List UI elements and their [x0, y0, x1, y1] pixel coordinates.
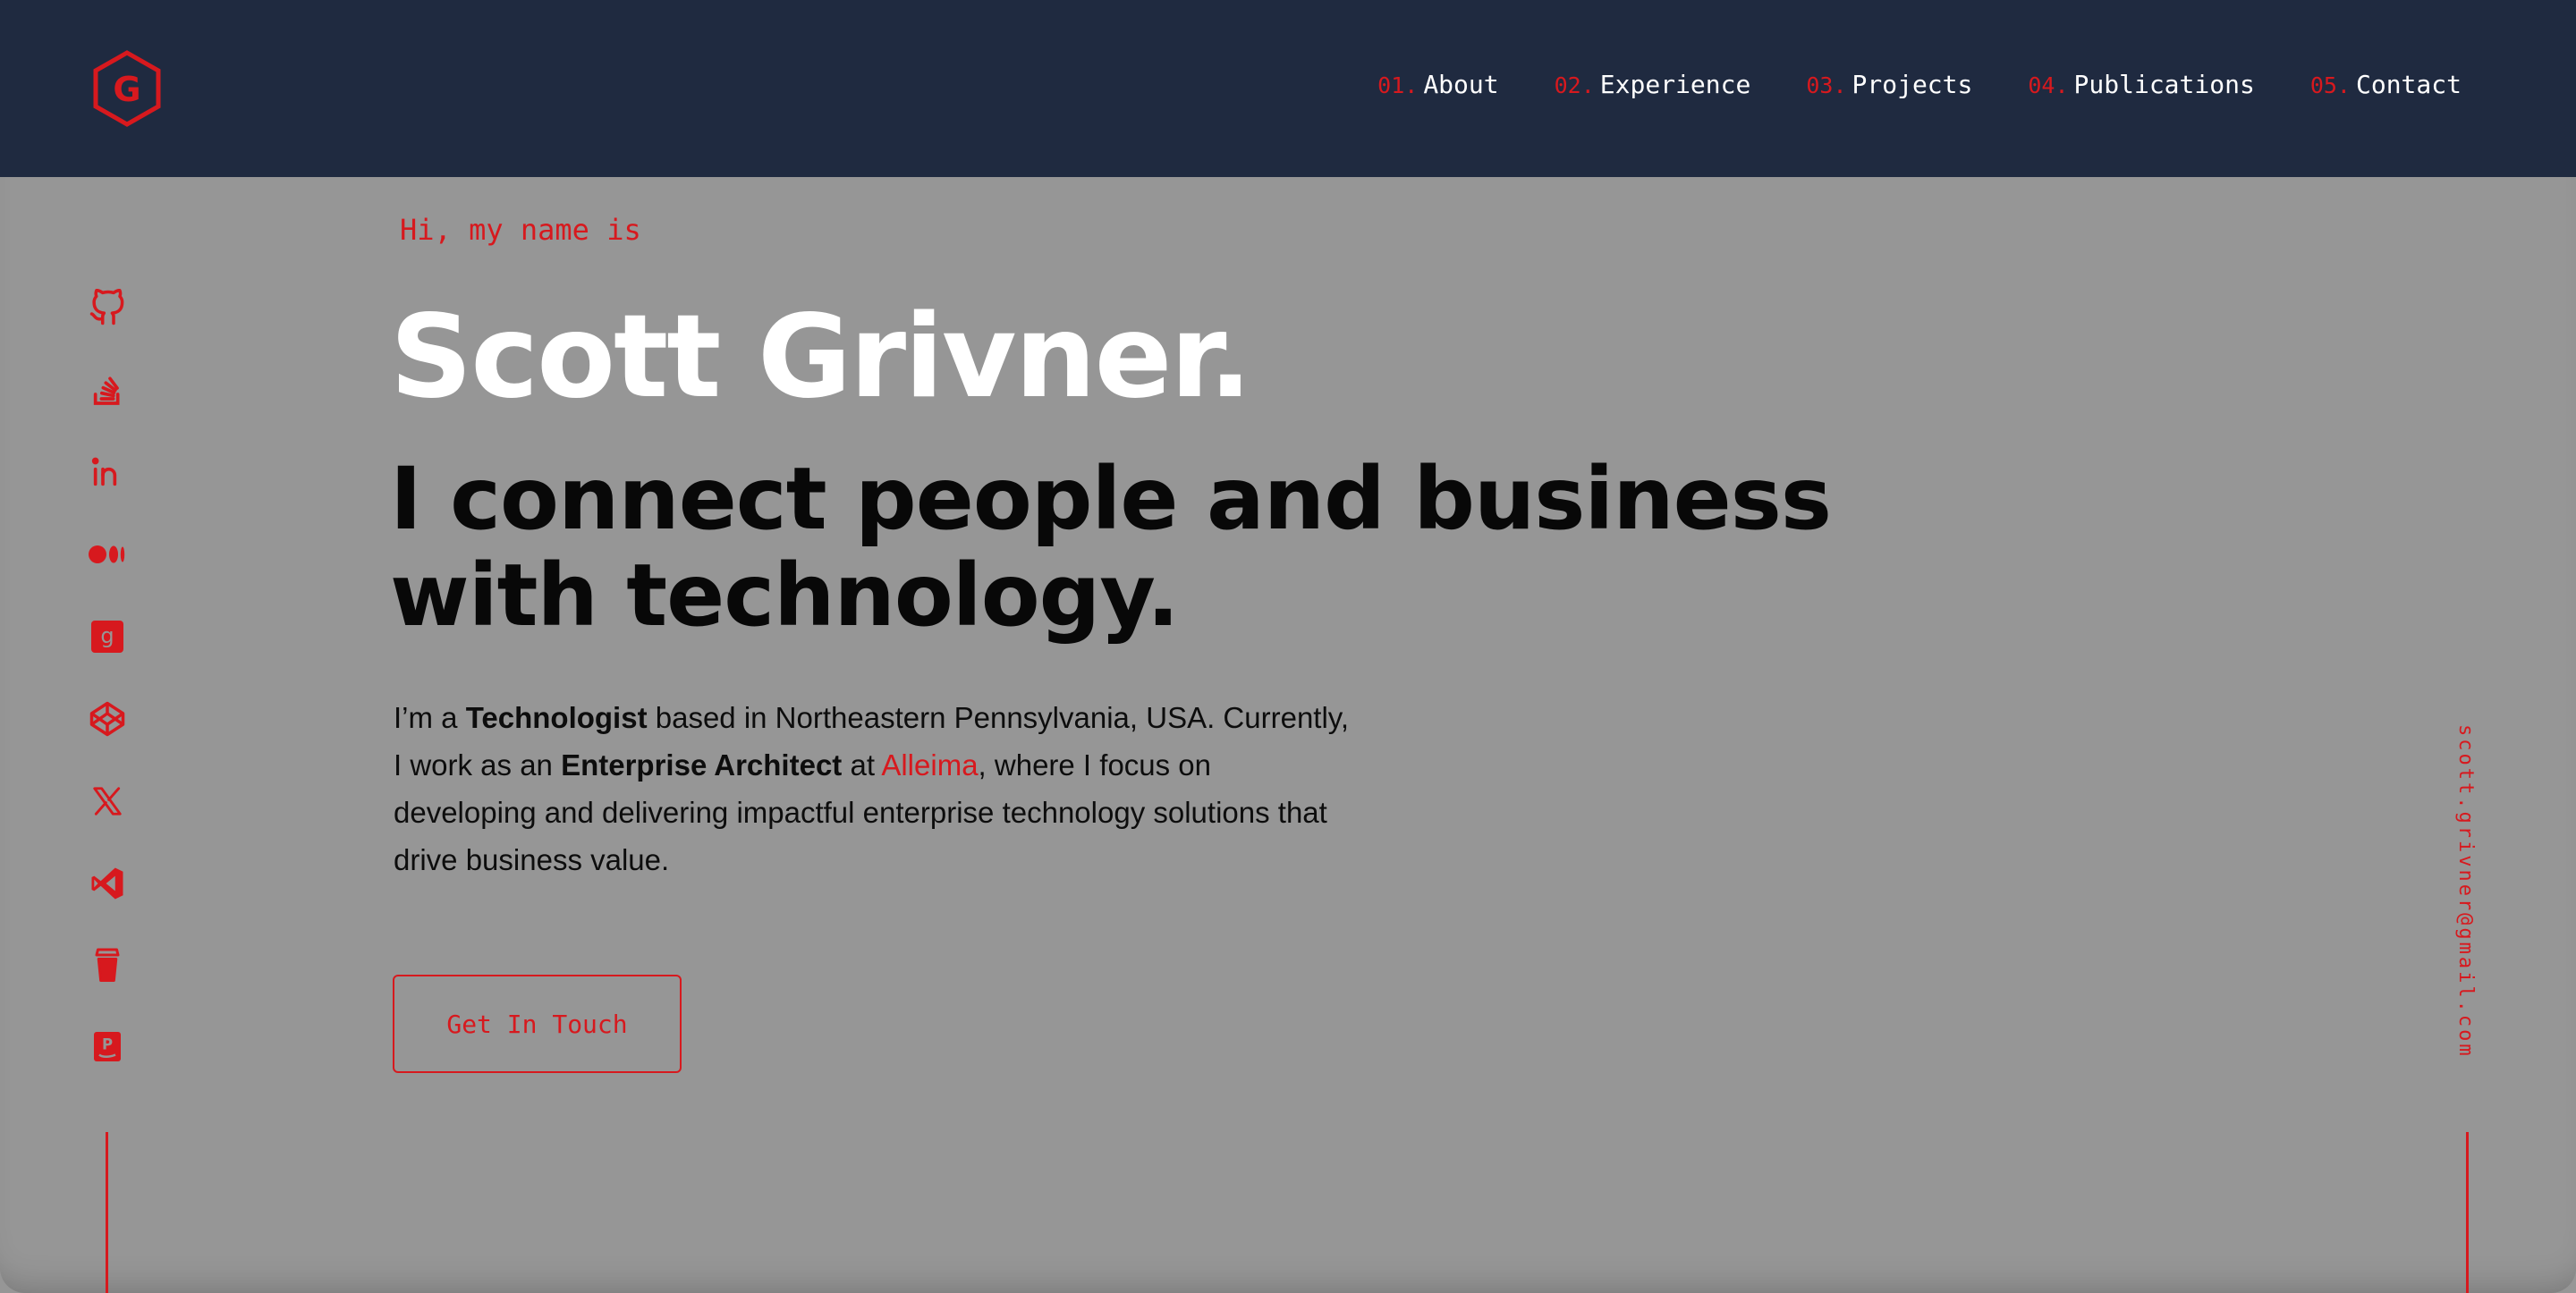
buymeacoffee-icon[interactable]: [86, 944, 129, 987]
bio-text: at: [842, 748, 882, 782]
nav-label: About: [1423, 70, 1499, 99]
page: G 01. About 02. Experience 03. Projects …: [0, 0, 2576, 1293]
employer-link[interactable]: Alleima: [881, 748, 978, 782]
nav-publications[interactable]: 04. Publications: [2028, 70, 2254, 99]
svg-text:g: g: [100, 623, 114, 648]
hero-name: Scott Grivner.: [390, 291, 1252, 424]
main-nav: 01. About 02. Experience 03. Projects 04…: [1377, 70, 2462, 99]
nav-number: 05.: [2309, 72, 2351, 98]
nav-contact[interactable]: 05. Contact: [2310, 70, 2462, 99]
bio-role-enterprise-architect: Enterprise Architect: [561, 748, 843, 782]
hero-tagline: I connect people and business with techn…: [390, 449, 1832, 646]
bio-text: I’m a: [394, 701, 466, 734]
medium-icon[interactable]: [86, 533, 129, 576]
vscode-icon[interactable]: [86, 862, 129, 905]
github-icon[interactable]: [86, 286, 129, 329]
email-link[interactable]: scott.grivner@gmail.com: [2454, 724, 2477, 1059]
nav-label: Publications: [2073, 70, 2255, 99]
linkedin-icon[interactable]: [86, 451, 129, 494]
codepen-icon[interactable]: [86, 697, 129, 740]
nav-label: Experience: [1599, 70, 1751, 99]
right-rail-line: [2466, 1132, 2469, 1293]
nav-number: 04.: [2028, 72, 2069, 98]
left-rail-line: [106, 1132, 108, 1293]
nav-projects[interactable]: 03. Projects: [1806, 70, 1972, 99]
goodreads-icon[interactable]: g: [86, 615, 129, 658]
nav-about[interactable]: 01. About: [1377, 70, 1498, 99]
nav-label: Contact: [2355, 70, 2462, 99]
hero-greeting: Hi, my name is: [400, 213, 641, 247]
site-header: G 01. About 02. Experience 03. Projects …: [0, 0, 2576, 177]
nav-experience[interactable]: 02. Experience: [1555, 70, 1751, 99]
nav-number: 03.: [1806, 72, 1847, 98]
stackoverflow-icon[interactable]: [86, 368, 129, 411]
svg-text:P: P: [102, 1036, 113, 1053]
bio-role-technologist: Technologist: [465, 701, 648, 734]
x-icon[interactable]: [86, 780, 129, 823]
pypi-icon[interactable]: P: [86, 1027, 129, 1069]
logo-icon[interactable]: G: [92, 50, 162, 127]
nav-number: 01.: [1377, 72, 1419, 98]
nav-number: 02.: [1554, 72, 1595, 98]
get-in-touch-button[interactable]: Get In Touch: [393, 975, 682, 1073]
hero-bio: I’m a Technologist based in Northeastern…: [394, 694, 1360, 883]
nav-label: Projects: [1852, 70, 1973, 99]
logo-letter: G: [113, 70, 140, 109]
